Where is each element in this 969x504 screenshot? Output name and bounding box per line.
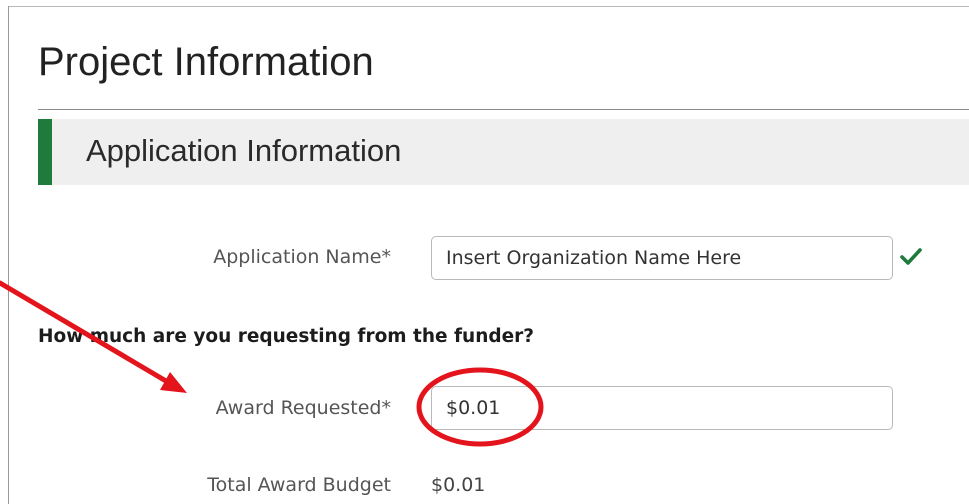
- annotation-arrow-head: [160, 372, 187, 393]
- section-header: Application Information: [38, 119, 969, 185]
- section-title: Application Information: [86, 133, 402, 168]
- award-requested-input[interactable]: $0.01: [431, 386, 893, 430]
- total-award-budget-value: $0.01: [431, 474, 486, 496]
- check-icon: [900, 248, 922, 265]
- window-top-border: [8, 6, 969, 7]
- application-name-value: Insert Organization Name Here: [446, 247, 742, 269]
- application-form-screenshot: Project Information Application Informat…: [0, 0, 969, 504]
- page-title: Project Information: [38, 40, 374, 84]
- total-award-budget-label: Total Award Budget: [207, 474, 391, 496]
- award-requested-label: Award Requested*: [215, 397, 391, 419]
- application-name-input[interactable]: Insert Organization Name Here: [431, 236, 893, 280]
- award-question: How much are you requesting from the fun…: [38, 326, 535, 347]
- section-accent-bar: [38, 119, 52, 185]
- window-left-border: [8, 6, 9, 504]
- application-name-label: Application Name*: [213, 246, 391, 268]
- title-divider: [38, 109, 969, 110]
- award-requested-value: $0.01: [446, 397, 501, 419]
